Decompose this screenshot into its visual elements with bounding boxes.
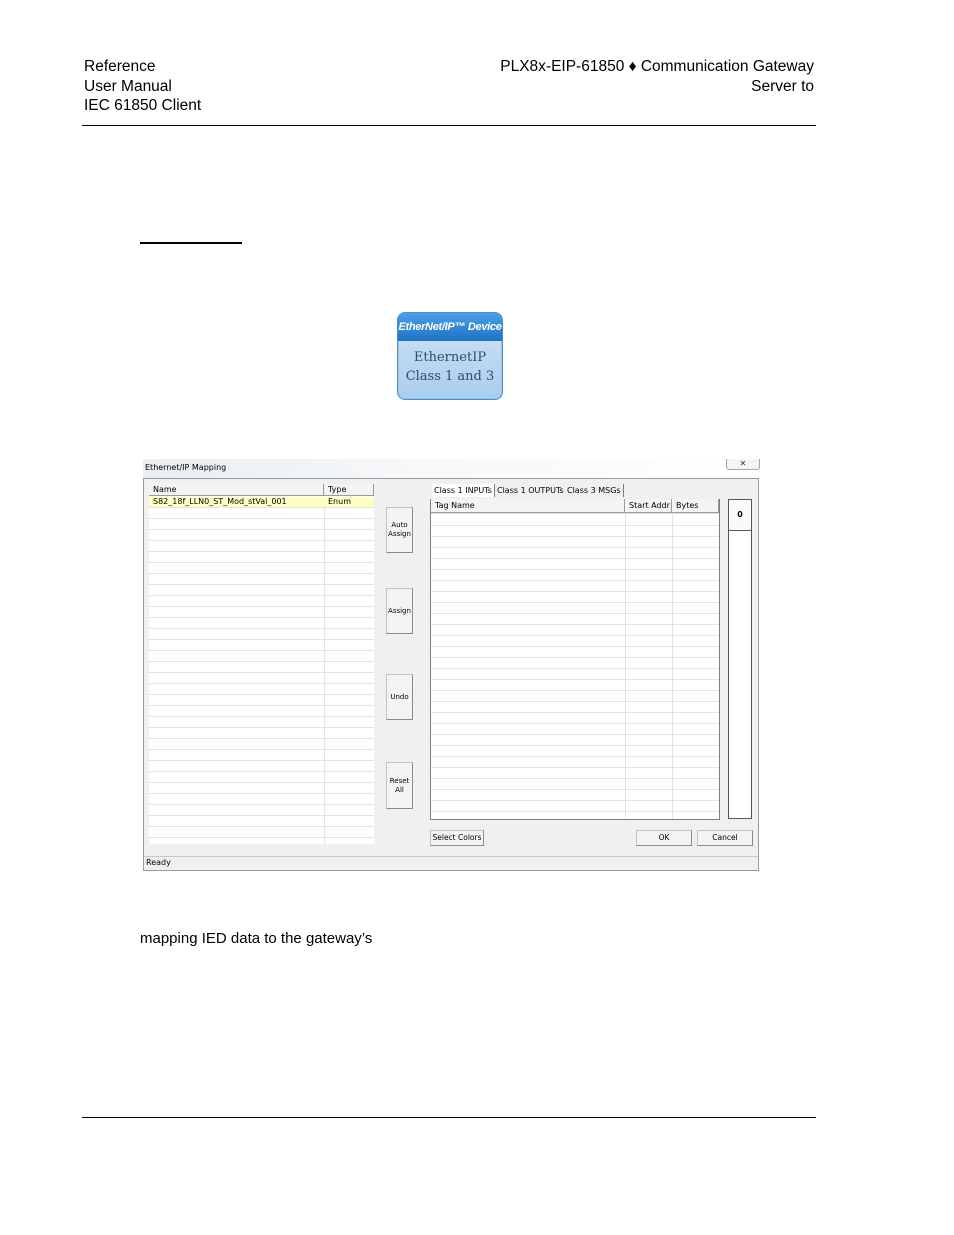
- column-header-start-addr[interactable]: Start Addr: [625, 499, 672, 513]
- device-icon-line-2: Class 1 and 3: [405, 369, 495, 384]
- column-header-type[interactable]: Type: [324, 484, 374, 496]
- tag-table[interactable]: Tag Name Start Addr Bytes: [430, 499, 720, 820]
- header-left-line-3: IEC 61850 Client: [84, 97, 202, 114]
- table-row[interactable]: S82_18f_LLN0_ST_Mod_stVal_001 Enum: [149, 497, 374, 507]
- dialog-titlebar: Ethernet/IP Mapping ✕: [143, 459, 760, 478]
- column-header-name[interactable]: Name: [149, 484, 324, 496]
- auto-assign-button[interactable]: Auto Assign: [386, 507, 413, 553]
- tab-class1-inputs[interactable]: Class 1 INPUTs: [432, 484, 495, 497]
- status-bar: Ready: [146, 858, 171, 867]
- column-divider: [625, 513, 626, 819]
- header-right-line-1: PLX8x-EIP-61850 ♦ Communication Gateway: [500, 58, 814, 75]
- ethernetip-device-icon[interactable]: EtherNet/IP™ Device EthernetIP Class 1 a…: [397, 312, 503, 400]
- status-bar-divider: [144, 856, 758, 857]
- column-divider: [672, 513, 673, 819]
- ied-data-table[interactable]: Name Type S82_18f_LLN0_ST_Mod_stVal_001 …: [149, 484, 374, 844]
- ethernetip-mapping-dialog: Ethernet/IP Mapping ✕ Name Type S82_18f_…: [143, 459, 760, 871]
- column-header-tag-name[interactable]: Tag Name: [431, 499, 625, 513]
- body-text: mapping IED data to the gateway’s: [140, 930, 373, 947]
- header-left: Reference User Manual IEC 61850 Client: [84, 57, 201, 116]
- cancel-button[interactable]: Cancel: [697, 830, 753, 846]
- dialog-body: Name Type S82_18f_LLN0_ST_Mod_stVal_001 …: [143, 478, 759, 871]
- ok-button[interactable]: OK: [636, 830, 692, 846]
- header-left-line-2: User Manual: [84, 77, 172, 95]
- header-right: PLX8x-EIP-61850 ♦ Communication Gateway …: [500, 57, 814, 96]
- select-colors-button[interactable]: Select Colors: [430, 830, 484, 846]
- close-icon[interactable]: ✕: [726, 459, 760, 470]
- dialog-title: Ethernet/IP Mapping: [145, 463, 227, 472]
- section-heading-underline: [140, 242, 242, 244]
- scrollbar-thumb[interactable]: 0: [729, 500, 751, 531]
- column-divider: [324, 497, 325, 844]
- header-left-line-1: Reference: [84, 58, 156, 75]
- header-right-line-2: Server to: [751, 77, 814, 95]
- undo-button[interactable]: Undo: [386, 674, 413, 720]
- footer-rule: [82, 1117, 816, 1118]
- row-name: S82_18f_LLN0_ST_Mod_stVal_001: [153, 497, 287, 506]
- tab-class1-outputs[interactable]: Class 1 OUTPUTs: [495, 484, 567, 497]
- device-icon-banner: EtherNet/IP™ Device: [398, 313, 502, 341]
- device-icon-line-1: EthernetIP: [413, 350, 487, 365]
- row-type: Enum: [328, 497, 351, 506]
- tab-class3-msgs[interactable]: Class 3 MSGs: [565, 484, 624, 497]
- assign-button[interactable]: Assign: [386, 588, 413, 634]
- vertical-scrollbar[interactable]: 0: [728, 499, 752, 819]
- reset-all-button[interactable]: Reset All: [386, 762, 413, 809]
- header-rule: [82, 125, 816, 126]
- column-header-bytes[interactable]: Bytes: [672, 499, 719, 513]
